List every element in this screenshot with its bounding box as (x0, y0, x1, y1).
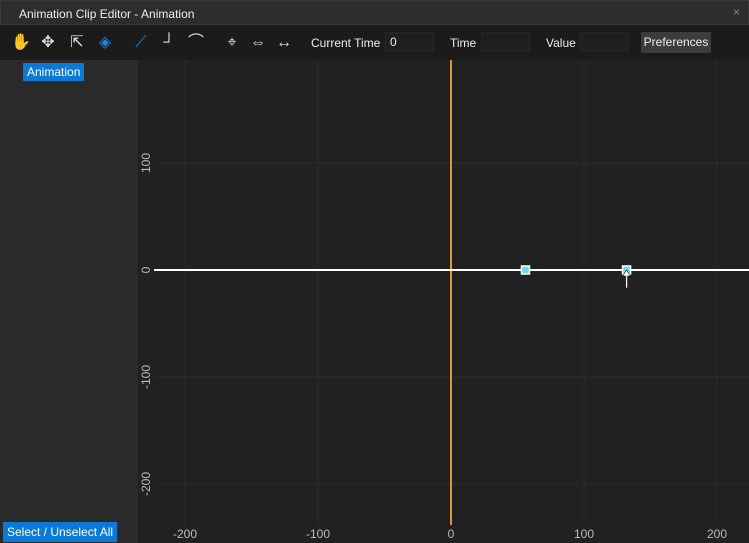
select-all-button[interactable]: Select / Unselect All (3, 522, 118, 542)
time-input[interactable] (481, 32, 530, 52)
y-tick-label: -200 (139, 472, 153, 496)
y-tick-label: -100 (139, 365, 153, 389)
bezier-icon[interactable]: ⌒ (186, 33, 206, 53)
hand-icon[interactable]: ✋ (11, 33, 31, 53)
keyframe-icon[interactable]: ◈ (95, 33, 115, 53)
y-tick-label: 100 (139, 153, 153, 173)
x-tick-label: 0 (448, 527, 455, 541)
close-icon[interactable]: × (733, 5, 740, 19)
expand-icon[interactable]: ↔ (274, 33, 294, 53)
toolbar: ✋ ✥ ⇱ ◈ ⟋ ┘ ⌒ ⌖ ⇔ ↔ Current Time 0 Time … (0, 25, 749, 60)
x-tick-label: -100 (306, 527, 330, 541)
current-time-input[interactable]: 0 (385, 32, 434, 52)
title-bar: Animation Clip Editor - Animation × (0, 0, 749, 25)
x-tick-label: -200 (173, 527, 197, 541)
curve-graph[interactable]: -200 -100 0 100 200 100 0 -100 -200 (138, 60, 749, 543)
preferences-button[interactable]: Preferences (641, 32, 711, 53)
linear-icon[interactable]: ⟋ (131, 33, 151, 53)
center-icon[interactable]: ⌖ (222, 33, 242, 53)
value-input[interactable] (580, 32, 629, 52)
track-item-animation[interactable]: Animation (23, 63, 85, 81)
current-time-label: Current Time (311, 36, 381, 50)
window-title: Animation Clip Editor - Animation (19, 7, 195, 21)
value-label: Value (546, 36, 576, 50)
scale-icon[interactable]: ⇱ (67, 33, 87, 53)
y-tick-label: 0 (139, 266, 153, 273)
keyframe-point[interactable] (520, 265, 531, 275)
track-sidebar: Animation Select / Unselect All (0, 60, 138, 543)
step-icon[interactable]: ┘ (159, 33, 179, 53)
x-tick-label: 100 (574, 527, 594, 541)
time-label: Time (450, 36, 477, 50)
move-icon[interactable]: ✥ (38, 33, 58, 53)
x-tick-label: 200 (707, 527, 727, 541)
fit-icon[interactable]: ⇔ (248, 33, 268, 53)
